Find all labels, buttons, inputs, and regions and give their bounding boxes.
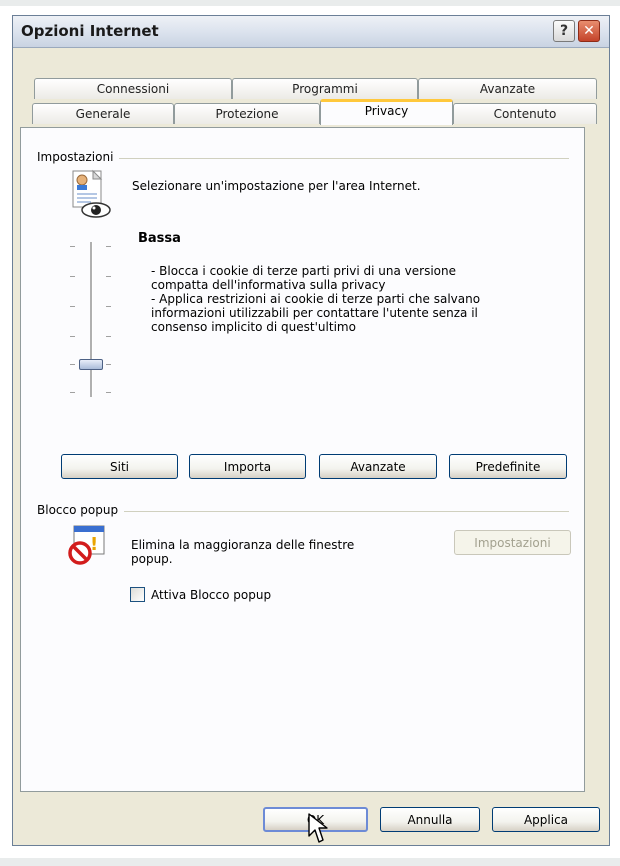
tab-label: Avanzate [479,82,536,96]
privacy-level-desc-3: - Applica restrizioni ai cookie di terze… [151,292,481,306]
tab-label: Connessioni [96,82,170,96]
help-icon: ? [559,23,569,39]
settings-group-label: Impostazioni [37,150,120,164]
title-bar[interactable]: Opzioni Internet ? ✕ [13,16,609,48]
mouse-cursor-icon [308,813,328,843]
tab-avanzate[interactable]: Avanzate [418,78,597,99]
privacy-level-desc-1: - Blocca i cookie di terze parti privi d… [151,264,456,278]
popup-group-label: Blocco popup [37,503,125,517]
tab-programmi[interactable]: Programmi [232,78,418,99]
apply-button[interactable]: Applica [492,807,600,832]
privacy-level-desc-5: consenso implicito di quest'ultimo [151,320,356,334]
advanced-button[interactable]: Avanzate [319,454,437,479]
tab-contenuto[interactable]: Contenuto [453,103,597,124]
tab-label: Privacy [364,103,409,118]
popup-blocker-checkbox[interactable] [130,587,145,602]
popup-desc-line1: Elimina la maggioranza delle finestre [131,538,355,552]
help-button[interactable]: ? [553,20,575,42]
settings-intro-text: Selezionare un'impostazione per l'area I… [132,179,421,193]
privacy-tab-panel: Impostazioni Selezionare un'impostazione… [20,127,585,792]
close-button[interactable]: ✕ [578,20,600,42]
privacy-level-slider[interactable] [64,240,124,400]
popup-settings-button[interactable]: Impostazioni [454,530,571,555]
close-icon: ✕ [583,23,595,39]
default-button[interactable]: Predefinite [449,454,567,479]
privacy-document-icon [72,169,111,218]
popup-desc-line2: popup. [131,552,173,566]
tab-label: Programmi [292,82,358,96]
slider-track [90,242,93,397]
cancel-button[interactable]: Annulla [380,807,480,832]
tab-label: Generale [75,107,131,121]
tab-generale[interactable]: Generale [32,103,174,124]
privacy-level-title: Bassa [138,231,181,246]
window-title: Opzioni Internet [21,22,159,40]
tab-protezione[interactable]: Protezione [174,103,320,124]
tab-connessioni[interactable]: Connessioni [34,78,232,99]
popup-blocker-icon: ! [68,525,105,565]
import-button[interactable]: Importa [189,454,306,479]
popup-blocker-checkbox-label[interactable]: Attiva Blocco popup [151,588,271,602]
sites-button[interactable]: Siti [61,454,178,479]
tab-label: Contenuto [493,107,557,121]
tab-label: Protezione [215,107,279,121]
privacy-level-desc-2: compatta dell'informativa sulla privacy [151,278,386,292]
privacy-level-desc-4: informazioni utilizzabili per contattare… [151,306,478,320]
slider-thumb[interactable] [79,359,103,370]
tab-privacy[interactable]: Privacy [320,99,453,125]
